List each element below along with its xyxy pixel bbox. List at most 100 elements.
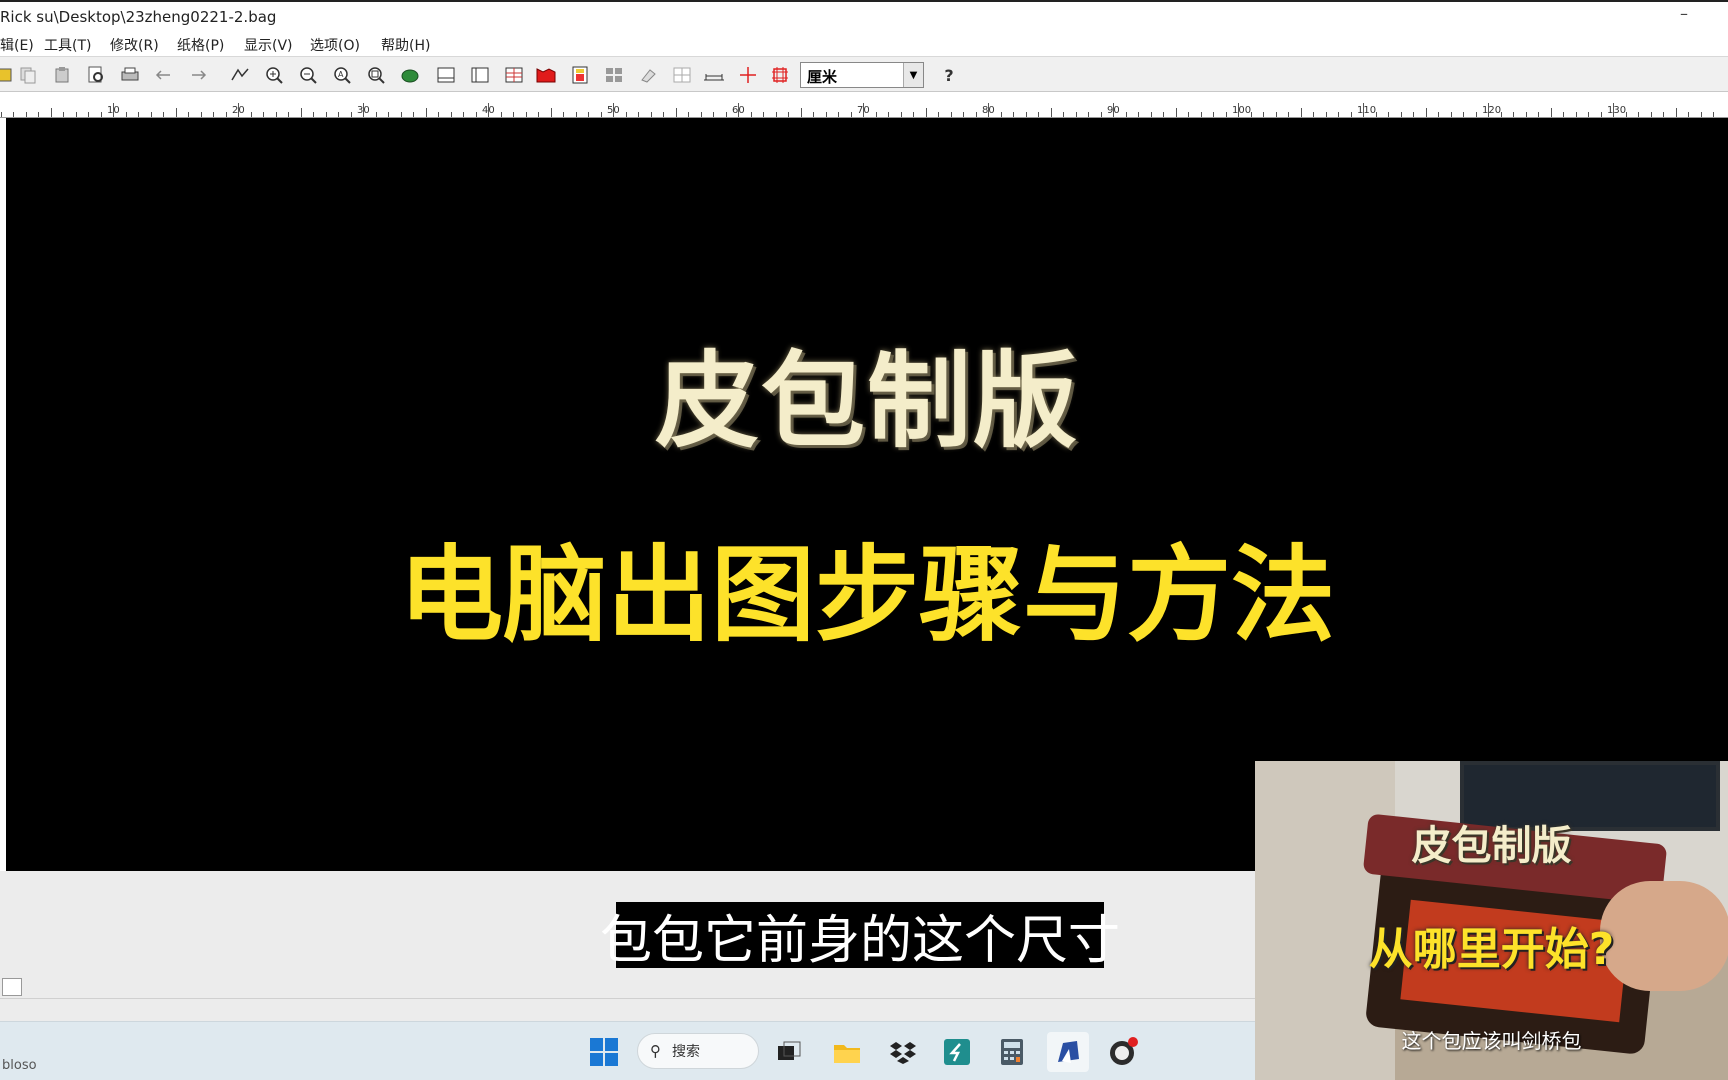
ruler-tick: [763, 112, 764, 117]
eraser-icon[interactable]: [634, 61, 662, 89]
print-icon[interactable]: [116, 61, 144, 89]
ruler-tick: [1000, 112, 1002, 117]
ruler-tick: [288, 112, 289, 117]
search-icon: ⚲: [650, 1042, 661, 1060]
ruler-tick: [1038, 112, 1039, 117]
ruler-tick: [950, 112, 952, 117]
drawing-canvas[interactable]: 皮包制版 电脑出图步骤与方法: [6, 118, 1728, 871]
pan-icon[interactable]: [396, 61, 424, 89]
ruler-tick: [788, 112, 789, 117]
app-s-icon[interactable]: [941, 1036, 973, 1068]
zoom-all-icon[interactable]: [362, 61, 390, 89]
ruler-tick: [888, 112, 889, 117]
ruler-tick: [550, 108, 552, 117]
ruler-tick: [1263, 112, 1264, 117]
ruler-tick: [1200, 112, 1202, 117]
ruler-tick: [663, 112, 664, 117]
dropbox-icon[interactable]: [887, 1036, 919, 1068]
ruler-tick: [1150, 112, 1152, 117]
red-shape-icon[interactable]: [532, 61, 560, 89]
ruler-tick: [638, 112, 639, 117]
ruler-tick: [800, 108, 802, 117]
title-bar: Rick su\Desktop\23zheng0221-2.bag –: [0, 0, 1728, 32]
menu-pattern[interactable]: 纸格(P): [177, 35, 224, 55]
redo-icon[interactable]: [184, 61, 212, 89]
crosshair-icon[interactable]: [734, 61, 762, 89]
table-icon[interactable]: [500, 61, 528, 89]
help-label: ?: [944, 65, 954, 85]
zoom-out-icon[interactable]: [294, 61, 322, 89]
menu-modify[interactable]: 修改(R): [110, 35, 159, 55]
frame-icon[interactable]: [466, 61, 494, 89]
ruler-tick: [513, 112, 514, 117]
ruler-tick: [838, 112, 839, 117]
ruler-tick: [525, 112, 527, 117]
menu-tools[interactable]: 工具(T): [44, 35, 91, 55]
ruler-tick: [263, 112, 264, 117]
chevron-down-icon[interactable]: ▼: [903, 63, 923, 87]
ruler-tick: [1075, 112, 1077, 117]
ruler-tick: [250, 112, 252, 117]
ruler-tick: [588, 112, 589, 117]
ruler-tick: [925, 108, 927, 117]
ruler-tick: [650, 112, 652, 117]
mark-icon[interactable]: [766, 61, 794, 89]
menu-options[interactable]: 选项(O): [310, 35, 360, 55]
ruler-tick: [1713, 112, 1714, 117]
ruler-tick: [563, 112, 564, 117]
layers-icon[interactable]: [566, 61, 594, 89]
ruler-label: 80: [982, 105, 995, 116]
select-tool-icon[interactable]: [226, 61, 254, 89]
ruler-tick: [413, 112, 414, 117]
windows-start-icon[interactable]: [588, 1036, 620, 1068]
ruler-tick: [963, 112, 964, 117]
ruler-tick: [313, 112, 314, 117]
ruler-tick: [1438, 112, 1439, 117]
ruler-tick: [388, 112, 389, 117]
ruler-tick: [1588, 112, 1589, 117]
minimize-button[interactable]: –: [1680, 4, 1688, 23]
copy-icon[interactable]: [14, 61, 42, 89]
ruler-tick: [125, 112, 127, 117]
unit-select-value: 厘米: [807, 68, 838, 86]
menu-edit[interactable]: 辑(E): [0, 35, 34, 55]
ruler-tick: [175, 108, 177, 117]
ruler-label: 50: [607, 105, 620, 116]
obs-icon[interactable]: [1107, 1036, 1139, 1068]
ruler-tick: [1288, 112, 1289, 117]
paint-app-icon[interactable]: [1047, 1032, 1089, 1072]
ruler-tick: [1575, 112, 1577, 117]
ruler-tick: [338, 112, 339, 117]
task-view-icon[interactable]: [773, 1036, 805, 1068]
menu-view[interactable]: 显示(V): [244, 35, 293, 55]
tiles-icon[interactable]: [600, 61, 628, 89]
zoom-window-icon[interactable]: A: [328, 61, 356, 89]
preview-icon[interactable]: [82, 61, 110, 89]
ruler-label: 120: [1482, 105, 1502, 116]
scroll-box[interactable]: [2, 978, 22, 996]
ruler-tick: [575, 112, 577, 117]
ruler-tick: [625, 112, 627, 117]
calculator-icon[interactable]: [996, 1036, 1028, 1068]
ruler-tick: [13, 112, 14, 117]
taskbar: bloso ⚲ 搜索: [0, 1021, 1255, 1080]
taskbar-search[interactable]: ⚲ 搜索: [637, 1033, 759, 1069]
ruler-tick: [1063, 112, 1064, 117]
ruler-tick: [725, 112, 727, 117]
help-pointer-icon[interactable]: ?: [935, 61, 963, 89]
grid-icon[interactable]: [432, 61, 460, 89]
paste-icon[interactable]: [48, 61, 76, 89]
ruler-tick: [1688, 112, 1689, 117]
ruler-tick: [400, 112, 402, 117]
divider: [0, 998, 1255, 999]
measure-icon[interactable]: [700, 61, 728, 89]
unit-select[interactable]: 厘米 ▼: [800, 62, 924, 88]
file-explorer-icon[interactable]: [831, 1036, 863, 1068]
menu-help[interactable]: 帮助(H): [381, 35, 430, 55]
ruler-tick: [425, 108, 427, 117]
zoom-in-icon[interactable]: [260, 61, 288, 89]
ruler-label: 30: [357, 105, 370, 116]
split-icon[interactable]: [668, 61, 696, 89]
ruler-tick: [438, 112, 439, 117]
undo-icon[interactable]: [150, 61, 178, 89]
